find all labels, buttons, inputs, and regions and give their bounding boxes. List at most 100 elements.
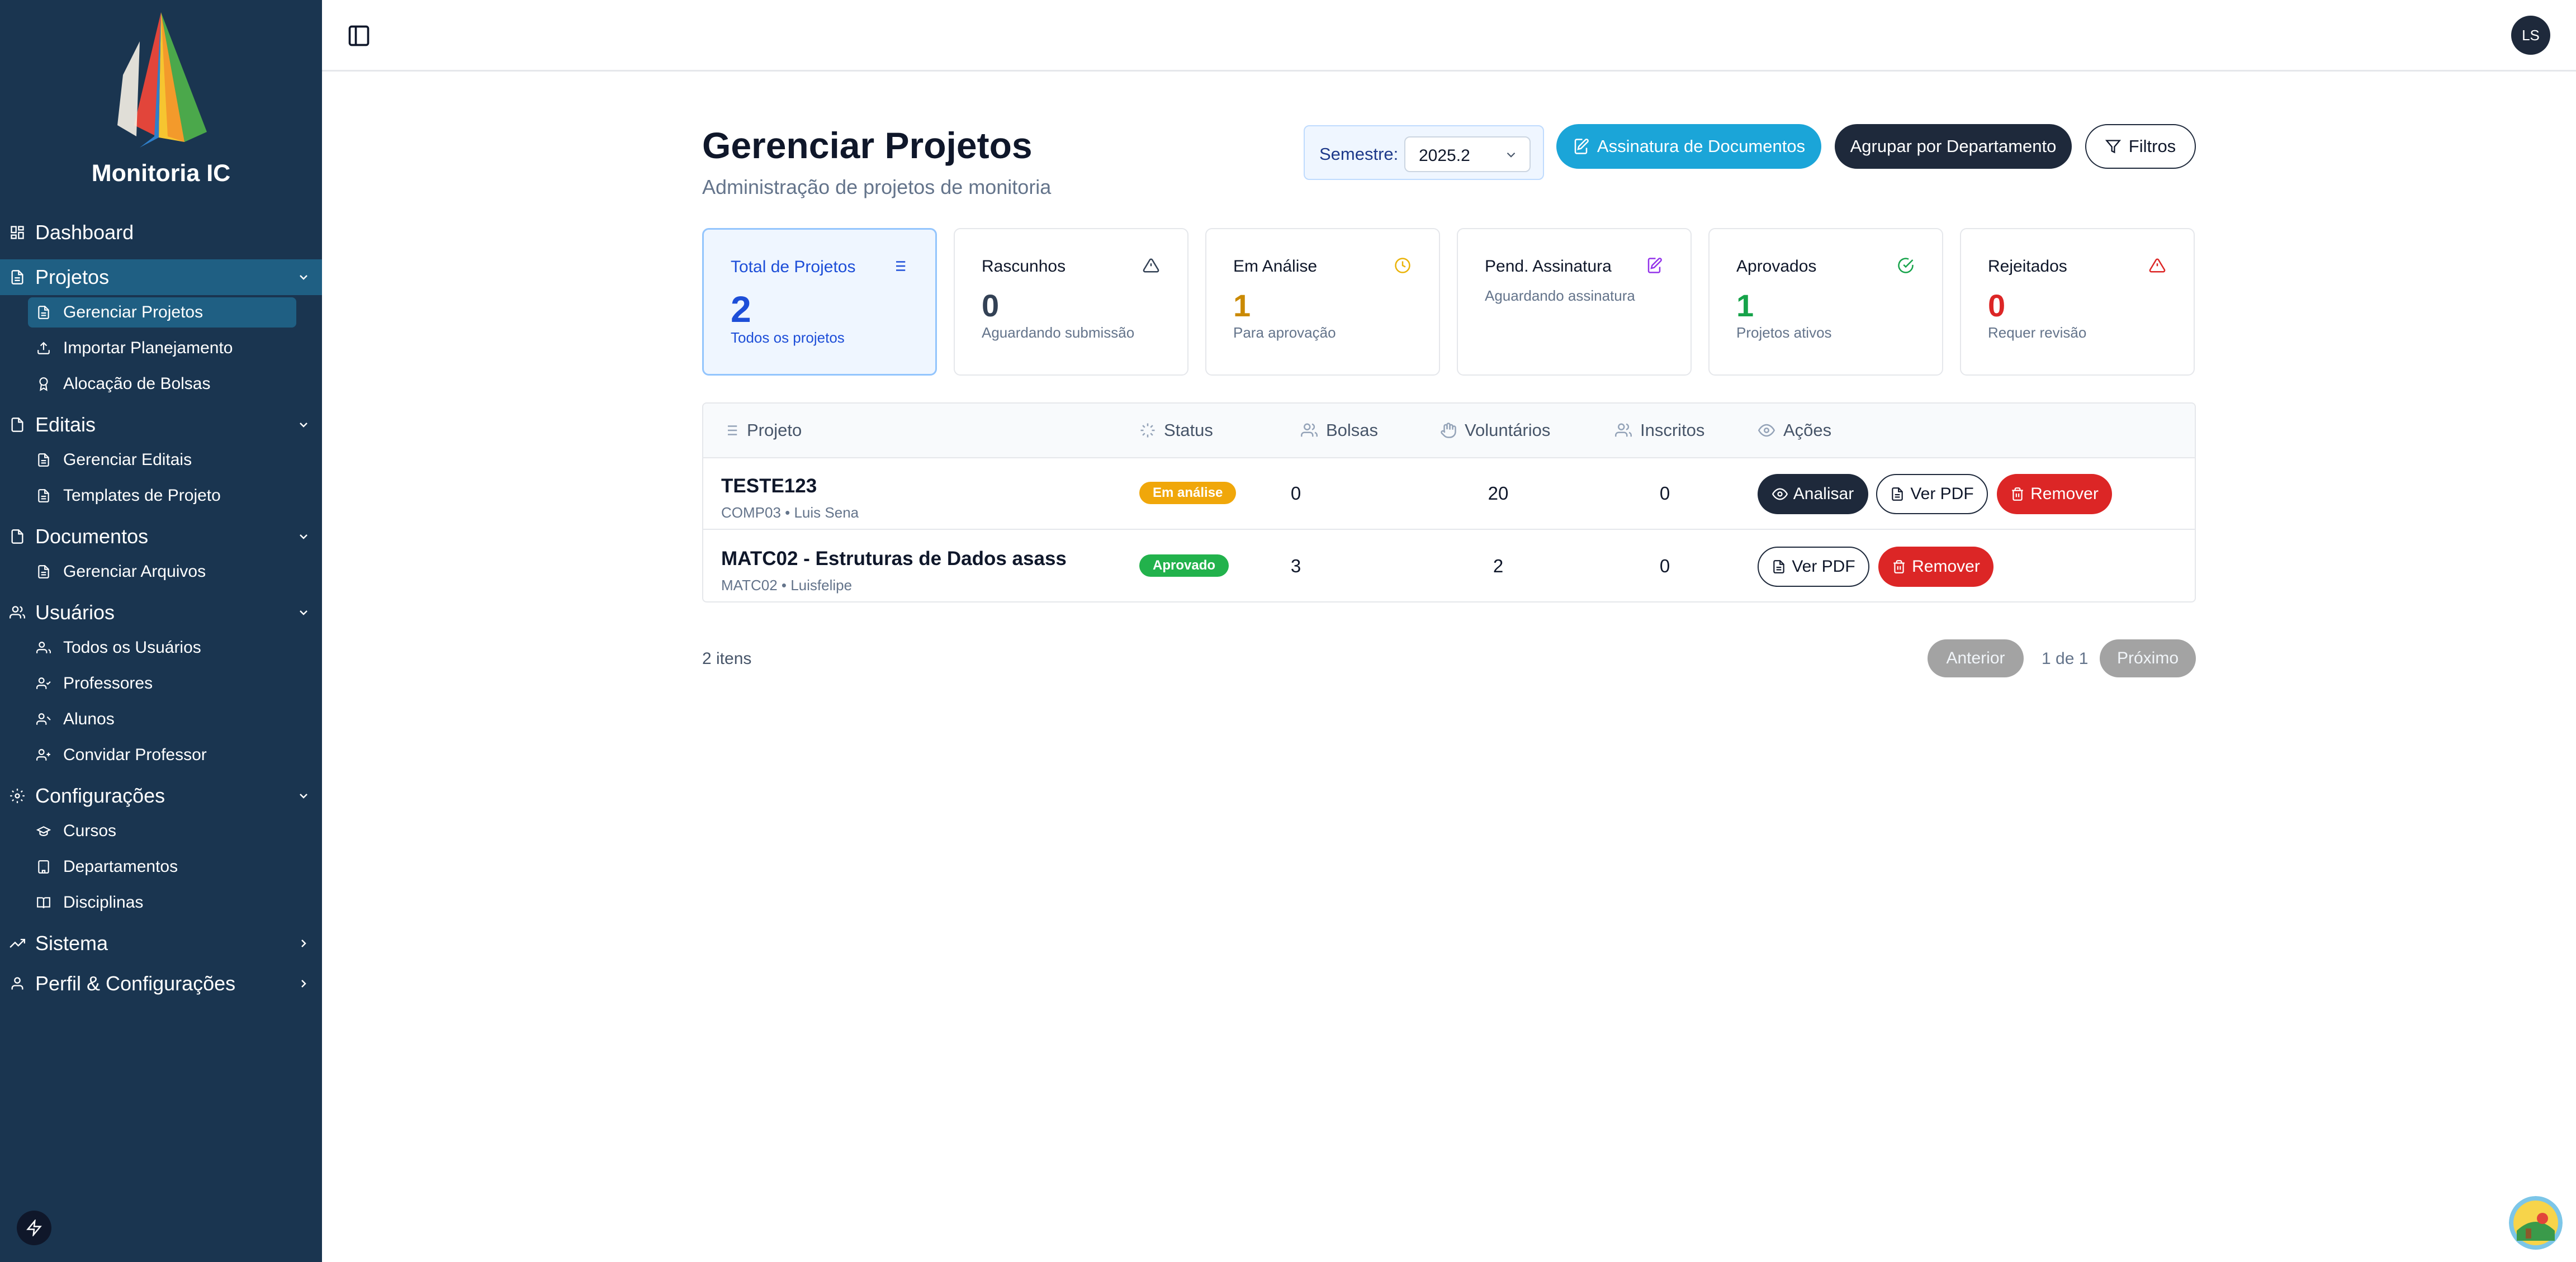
gear-icon [9,787,26,804]
column-header-status[interactable]: Status [1139,420,1213,440]
dashboard-icon [9,224,26,241]
sidebar-subitem-label: Importar Planejamento [63,339,233,357]
sidebar-subitem-departamentos[interactable]: Departamentos [28,852,296,882]
sidebar-subitem-label: Templates de Projeto [63,486,221,505]
sidebar-subitem-alocacao-bolsas[interactable]: Alocação de Bolsas [28,369,296,399]
column-header-bolsas[interactable]: Bolsas [1300,420,1378,440]
button-label: Agrupar por Departamento [1850,136,2057,156]
button-label: Remover [2030,485,2099,503]
sidebar-subitem-label: Disciplinas [63,893,144,912]
ver-pdf-button[interactable]: Ver PDF [1876,474,1988,514]
sidebar-subitem-professores[interactable]: Professores [28,668,296,699]
sidebar-item-documentos[interactable]: Documentos [0,519,322,554]
file-icon [36,564,51,580]
sidebar-item-editais[interactable]: Editais [0,407,322,443]
stat-card-rejeitados[interactable]: Rejeitados 0 Requer revisão [1960,228,2195,376]
stat-title: Pend. Assinatura [1485,257,1612,276]
file-icon [1772,559,1786,574]
analisar-button[interactable]: Analisar [1758,474,1868,514]
stat-note: Aguardando assinatura [1485,287,1635,304]
sidebar-subitem-gerenciar-editais[interactable]: Gerenciar Editais [28,445,296,475]
semester-value: 2025.2 [1419,146,1470,165]
button-label: Remover [1912,557,1980,576]
column-header-projeto[interactable]: Projeto [722,420,802,440]
page: Monitoria IC Dashboard Projetos Gerencia… [0,0,2576,1262]
sidebar-toggle-icon[interactable] [344,21,373,50]
sidebar-subitem-importar-planejamento[interactable]: Importar Planejamento [28,333,296,363]
column-header-voluntarios[interactable]: Voluntários [1440,420,1550,440]
sidebar-subitem-label: Departamentos [63,857,178,876]
user-icon [36,711,51,727]
graduation-cap-icon [36,823,51,839]
stat-value: 2 [731,288,751,330]
stat-card-aprovados[interactable]: Aprovados 1 Projetos ativos [1708,228,1943,376]
stat-value: 1 [1736,288,1754,323]
sidebar-item-label: Perfil & Configurações [35,972,236,995]
sidebar-subitem-templates-projeto[interactable]: Templates de Projeto [28,481,296,511]
file-icon [1890,487,1905,501]
stat-card-rascunhos[interactable]: Rascunhos 0 Aguardando submissão [954,228,1188,376]
trash-icon [1892,559,1906,574]
stat-card-em-analise[interactable]: Em Análise 1 Para aprovação [1205,228,1440,376]
user-plus-icon [36,747,51,763]
eye-icon [1772,486,1788,502]
projects-table: Projeto Status Bolsas Voluntários Inscri… [702,402,2196,602]
avatar[interactable]: LS [2511,16,2550,55]
sign-icon [1645,256,1664,275]
sidebar-item-projetos[interactable]: Projetos [0,259,322,295]
trash-icon [2010,487,2025,501]
filtros-button[interactable]: Filtros [2085,124,2196,169]
user-icon [9,975,26,992]
sidebar-item-dashboard[interactable]: Dashboard [0,215,322,250]
sidebar-item-label: Usuários [35,601,115,624]
stat-value: 0 [982,288,1000,323]
button-label: Filtros [2128,136,2176,156]
check-circle-icon [1896,256,1915,275]
eye-icon [1758,422,1775,439]
table-row: TESTE123 COMP03 • Luis Sena Em análise 0… [703,458,2195,530]
agrupar-departamento-button[interactable]: Agrupar por Departamento [1835,124,2072,169]
users-icon [9,604,26,621]
upload-icon [36,340,51,356]
chevron-down-icon [1504,148,1518,165]
sidebar-subitem-convidar-professor[interactable]: Convidar Professor [28,740,296,770]
remover-button[interactable]: Remover [1997,474,2112,514]
sidebar-subitem-gerenciar-arquivos[interactable]: Gerenciar Arquivos [28,557,296,587]
bolt-icon[interactable] [17,1211,51,1245]
table-header: Projeto Status Bolsas Voluntários Inscri… [703,404,2195,458]
clock-icon [1393,256,1412,275]
column-header-inscritos[interactable]: Inscritos [1614,420,1704,440]
file-icon [9,416,26,433]
remover-button[interactable]: Remover [1878,547,1993,587]
previous-page-button[interactable]: Anterior [1928,639,2024,677]
stat-card-pend-assinatura[interactable]: Pend. Assinatura Aguardando assinatura [1457,228,1692,376]
users-icon [36,640,51,656]
sidebar-item-configuracoes[interactable]: Configurações [0,778,322,814]
sidebar-subitem-label: Todos os Usuários [63,638,201,657]
sidebar-subitem-gerenciar-projetos[interactable]: Gerenciar Projetos [28,297,296,328]
voluntarios-count: 2 [1493,556,1504,576]
assistant-widget-icon[interactable] [2509,1196,2563,1250]
sidebar-subitem-label: Gerenciar Projetos [63,303,203,321]
sidebar-subitem-label: Alocação de Bolsas [63,374,211,393]
sidebar-item-label: Projetos [35,265,110,288]
sidebar-item-usuarios[interactable]: Usuários [0,595,322,630]
ver-pdf-button[interactable]: Ver PDF [1758,547,1869,587]
stat-title: Rejeitados [1988,257,2067,276]
sidebar-subitem-todos-usuarios[interactable]: Todos os Usuários [28,633,296,663]
warning-icon [1142,256,1161,275]
next-page-button[interactable]: Próximo [2100,639,2196,677]
stat-card-total[interactable]: Total de Projetos 2 Todos os projetos [702,228,937,376]
semester-select[interactable]: 2025.2 [1404,136,1531,172]
alert-triangle-icon [2148,256,2167,275]
sidebar-item-sistema[interactable]: Sistema [0,926,322,961]
sidebar-subitem-alunos[interactable]: Alunos [28,704,296,734]
stat-note: Requer revisão [1988,324,2087,341]
status-badge: Aprovado [1139,554,1229,577]
project-name[interactable]: MATC02 - Estruturas de Dados asass [721,548,1067,570]
project-name[interactable]: TESTE123 [721,475,817,497]
assinatura-documentos-button[interactable]: Assinatura de Documentos [1556,124,1821,169]
sidebar-item-perfil[interactable]: Perfil & Configurações [0,966,322,1002]
sidebar-subitem-disciplinas[interactable]: Disciplinas [28,888,296,918]
sidebar-subitem-cursos[interactable]: Cursos [28,816,296,846]
